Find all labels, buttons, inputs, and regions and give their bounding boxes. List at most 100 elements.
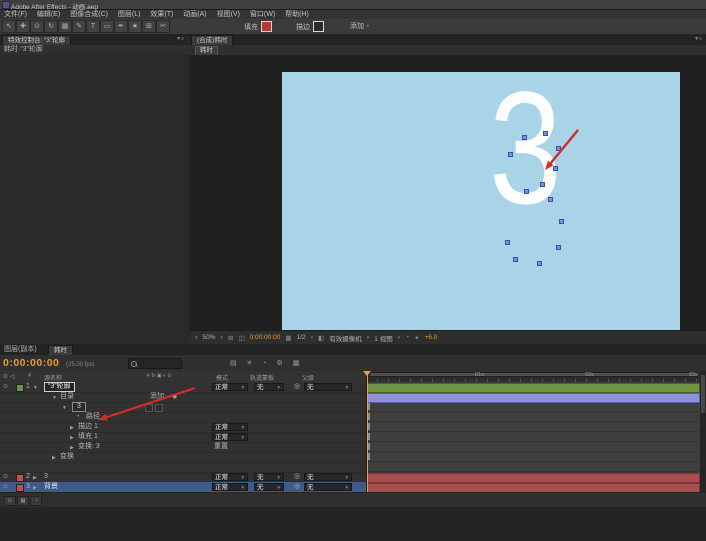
fill-color-swatch[interactable] (261, 21, 272, 32)
add-label[interactable]: 添加 (350, 21, 364, 31)
blend-mode-select[interactable]: 正常▼ (212, 383, 248, 391)
shape-tool-icon[interactable]: ▭ (100, 20, 114, 33)
tab-layer-copy[interactable]: 图层(副本) (4, 346, 37, 354)
group-name[interactable]: 变换: 3 (78, 443, 100, 451)
eye-icon[interactable]: ⊙ (3, 383, 8, 391)
safe-margins-icon[interactable]: ⊞ (228, 334, 233, 342)
comp-timecode[interactable]: 0:00:00:00 (250, 334, 281, 341)
channels-icon[interactable]: ▦ (285, 334, 291, 342)
grid-tool-icon[interactable]: ⊞ (142, 20, 156, 33)
path-vertex[interactable] (556, 146, 561, 151)
twirl-icon[interactable]: ▼ (33, 384, 38, 392)
resolution-select[interactable]: 1/2 (297, 334, 306, 341)
eye-icon[interactable]: ⊙ (3, 483, 8, 491)
expand-icon[interactable]: ⊙ (4, 496, 16, 506)
parent-select[interactable]: 无▼ (304, 473, 352, 481)
path-vertex[interactable] (553, 166, 558, 171)
mode-column-header[interactable]: 模式 (216, 373, 228, 382)
source-column-header[interactable]: 源名称 (44, 373, 62, 382)
scissors-tool-icon[interactable]: ✂ (156, 20, 170, 33)
parent-column-header[interactable]: 父级 (302, 373, 314, 382)
timeline-view-icons[interactable]: ▤ ✳ ◔ ⚙ ▦ (230, 359, 303, 367)
camera-chevron-icon[interactable]: ▾ (367, 335, 370, 341)
pen-tool-icon[interactable]: ✒ (114, 20, 128, 33)
path-vertex[interactable] (540, 182, 545, 187)
add-property-label[interactable]: 添加: (150, 393, 166, 401)
parent-pickwhip-icon[interactable]: ◎ (294, 483, 300, 491)
digit-3-shape[interactable]: 3 (489, 68, 562, 228)
blend-mode-select[interactable]: 正常▼ (212, 473, 248, 481)
menu-edit[interactable]: 编辑(E) (33, 10, 64, 19)
graph-icon[interactable]: ◔ (30, 496, 42, 506)
label-chip[interactable] (16, 474, 24, 482)
active-camera-select[interactable]: 有效摄像机 (329, 333, 362, 343)
work-area-bar[interactable] (369, 372, 698, 377)
scrollbar-thumb[interactable] (701, 375, 705, 413)
menu-file[interactable]: 文件(F) (0, 10, 31, 19)
layer-name[interactable]: 3 (44, 473, 48, 481)
layer-duration-bar-green[interactable] (367, 383, 700, 393)
path-vertex[interactable] (513, 257, 518, 262)
twirl-icon[interactable]: ▼ (52, 394, 57, 402)
track-matte-select[interactable]: 无▼ (254, 473, 284, 481)
layer-duration-bar-lavender[interactable] (367, 393, 700, 403)
parent-select[interactable]: 无▼ (304, 483, 352, 491)
layer-name[interactable]: 背景 (44, 483, 58, 491)
group-name[interactable]: 变换 (60, 453, 74, 461)
menu-effect[interactable]: 效果(T) (146, 10, 177, 19)
track-matte-select[interactable]: 无▼ (254, 483, 284, 491)
zoom-level[interactable]: 50% (203, 334, 216, 341)
path-vertex[interactable] (559, 219, 564, 224)
zoom-chevron-icon[interactable]: ▾ (195, 335, 198, 341)
group-name[interactable]: 3 (72, 402, 86, 412)
reset-link[interactable]: 重置 (214, 443, 228, 451)
timeline-scrollbar[interactable] (700, 371, 706, 507)
layer-name[interactable]: “3”轮廓 (44, 382, 75, 392)
switches-icon[interactable]: ▦ (17, 496, 29, 506)
stroke-blend-select[interactable]: 正常▼ (212, 423, 248, 431)
camera-tool-icon[interactable]: ▦ (58, 20, 72, 33)
group-name[interactable]: 描边 1 (78, 423, 98, 431)
menu-window[interactable]: 窗口(W) (246, 10, 279, 19)
rotate-tool-icon[interactable]: ↻ (44, 20, 58, 33)
path-vertex[interactable] (508, 152, 513, 157)
twirl-icon[interactable]: ▼ (62, 404, 67, 412)
menu-help[interactable]: 帮助(H) (281, 10, 313, 19)
path-vertex[interactable] (524, 189, 529, 194)
stroke-color-swatch[interactable] (313, 21, 324, 32)
composition-canvas[interactable]: 3 (282, 72, 680, 330)
path-vertex[interactable] (522, 135, 527, 140)
twirl-icon[interactable]: ▶ (33, 474, 37, 482)
blend-mode-select[interactable]: 正常▼ (212, 483, 248, 491)
group-switch-box[interactable] (155, 404, 163, 412)
exposure-value[interactable]: +6.0 (425, 334, 438, 341)
resolution-chevron-icon[interactable]: ▾ (311, 335, 314, 341)
fill-blend-select[interactable]: 正常▼ (212, 433, 248, 441)
path-vertex[interactable] (556, 245, 561, 250)
group-name[interactable]: 目录 (60, 393, 74, 401)
current-timecode[interactable]: 0:00:00:00 (3, 357, 59, 369)
layer-duration-bar-red[interactable] (367, 473, 700, 483)
eye-icon[interactable]: ⊙ (3, 473, 8, 481)
path-vertex[interactable] (537, 261, 542, 266)
group-switch-box[interactable] (145, 404, 153, 412)
hand-tool-icon[interactable]: ✚ (16, 20, 30, 33)
parent-pickwhip-icon[interactable]: ◎ (294, 473, 300, 481)
path-vertex[interactable] (505, 240, 510, 245)
selection-tool-icon[interactable]: ↖ (2, 20, 16, 33)
pan-behind-tool-icon[interactable]: ✎ (72, 20, 86, 33)
label-chip[interactable] (16, 384, 24, 392)
timeline-button-icon[interactable]: ✦ (414, 334, 419, 342)
track-area[interactable] (367, 382, 700, 492)
search-box[interactable] (128, 358, 182, 369)
panel-menu-icon[interactable]: ▼≡ (694, 36, 702, 42)
snapshot-icon[interactable]: ◫ (239, 334, 245, 342)
stopwatch-icon[interactable]: ◔ (76, 413, 80, 421)
star-tool-icon[interactable]: ★ (128, 20, 142, 33)
twirl-icon[interactable]: ▶ (52, 454, 56, 462)
menu-layer[interactable]: 图层(L) (114, 10, 145, 19)
parent-pickwhip-icon[interactable]: ◎ (294, 383, 300, 391)
path-vertex[interactable] (548, 197, 553, 202)
views-chevron-icon[interactable]: ▾ (398, 335, 401, 341)
current-time-indicator-handle[interactable] (363, 371, 371, 376)
